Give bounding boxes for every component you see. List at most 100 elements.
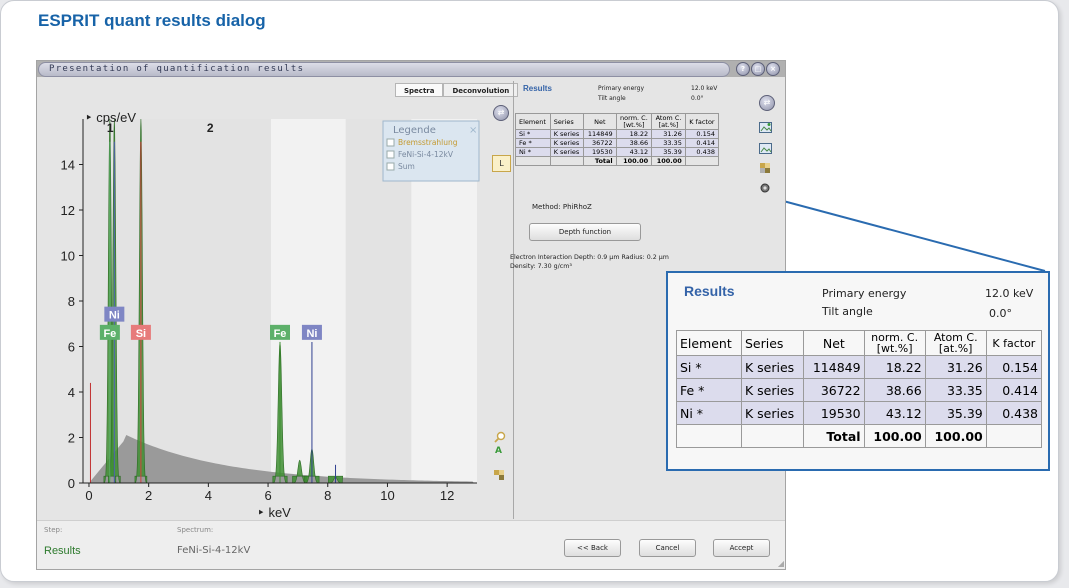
- spectrum-label: Spectrum:: [177, 526, 214, 534]
- column-header: Net: [803, 330, 865, 356]
- resize-grip-icon[interactable]: ◢: [778, 559, 784, 568]
- table-row[interactable]: Si * K series 114849 18.22 31.26 0.154: [515, 129, 720, 139]
- tilt-angle-label: Tilt angle: [598, 95, 626, 102]
- restore-button[interactable]: □: [751, 62, 765, 76]
- table-row[interactable]: Ni * K series 19530 43.12 35.39 0.438: [515, 147, 720, 157]
- legend-title: Legende: [393, 125, 436, 136]
- callout-results-heading: Results: [684, 283, 735, 299]
- method-value: PhiRhoZ: [562, 203, 592, 211]
- total-cell: 100.00: [651, 156, 686, 166]
- total-row: Total 100.00 100.00: [515, 156, 720, 166]
- y-tick-label: 10: [61, 249, 75, 264]
- label-toggle-button[interactable]: L: [492, 155, 511, 172]
- column-header: K factor: [684, 113, 720, 130]
- table-row[interactable]: Fe * K series 36722 38.66 33.35 0.414: [515, 138, 720, 148]
- y-tick-label: 4: [68, 385, 75, 400]
- density-text: Density: 7.30 g/cm³: [510, 263, 572, 270]
- y-tick-label: 6: [68, 340, 75, 355]
- table-cell: 0.414: [985, 378, 1043, 402]
- y-tick-label: 14: [61, 158, 75, 173]
- tab-spectra[interactable]: Spectra: [395, 83, 444, 97]
- x-axis-label: ‣ keV: [257, 505, 291, 519]
- total-cell: [740, 424, 805, 448]
- callout-primary-energy-label: Primary energy: [822, 287, 907, 300]
- settings-icon[interactable]: [759, 179, 772, 193]
- help-icon: ?: [740, 65, 746, 73]
- callout-tilt-angle-value: 0.0°: [989, 307, 1012, 320]
- table-header-row: Element Series Net norm. C. [wt.%] Atom C. [at…: [515, 113, 720, 130]
- total-cell: 100.00: [924, 424, 987, 448]
- column-header: Series: [549, 113, 585, 130]
- close-button[interactable]: ×: [766, 62, 780, 76]
- column-header: Element: [676, 330, 742, 356]
- window-title: Presentation of quantification results: [49, 64, 305, 74]
- x-tick-label: 4: [205, 488, 212, 503]
- export-image-icon[interactable]: [759, 118, 772, 133]
- table-cell: K series: [549, 129, 585, 139]
- total-cell: 100.00: [863, 424, 926, 448]
- table-cell: 0.414: [684, 138, 720, 148]
- method-row: Method: PhiRhoZ: [532, 203, 592, 211]
- element-tag: Ni: [306, 328, 317, 340]
- title-bar: Presentation of quantification results ?…: [37, 61, 785, 77]
- annotate-icon[interactable]: A: [495, 446, 502, 456]
- table-cell: Fe *: [515, 138, 551, 148]
- column-header-line: [at.%]: [658, 121, 679, 129]
- table-cell: 35.39: [924, 401, 987, 425]
- legend-item: FeNi-Si-4-12kV: [398, 150, 454, 159]
- column-header: Net: [583, 113, 617, 130]
- element-tag: Ni: [109, 310, 120, 322]
- column-header-line: [wt.%]: [623, 121, 645, 129]
- back-button[interactable]: << Back: [564, 539, 621, 557]
- table-row[interactable]: Ni * K series 19530 43.12 35.39 0.438: [676, 401, 1043, 425]
- element-tool-icon[interactable]: [493, 466, 505, 480]
- total-cell: Total: [803, 424, 865, 448]
- tab-deconvolution[interactable]: Deconvolution: [443, 83, 519, 97]
- table-cell: Si *: [515, 129, 551, 139]
- table-cell: K series: [549, 147, 585, 157]
- callout-tilt-angle-label: Tilt angle: [822, 305, 873, 318]
- tilt-angle-value: 0.0°: [691, 95, 704, 102]
- column-header: Atom C. [at.%]: [924, 330, 987, 356]
- cancel-button[interactable]: Cancel: [639, 539, 696, 557]
- column-header-line: Series: [553, 117, 574, 126]
- spectrum-chart[interactable]: 024681012140 2 4 6 8 10 12‣ cps/eV‣ keV1 2NiFe S…: [37, 99, 485, 519]
- depth-function-button[interactable]: Depth function: [529, 223, 641, 241]
- table-cell: 33.35: [651, 138, 686, 148]
- help-button[interactable]: ?: [736, 62, 750, 76]
- legend-close-icon: ×: [469, 125, 477, 136]
- primary-energy-value: 12.0 keV: [691, 85, 718, 92]
- element-tag: Si: [136, 328, 146, 340]
- restore-icon: □: [754, 65, 762, 73]
- table-cell: K series: [740, 355, 805, 379]
- x-tick-label: 12: [440, 488, 454, 503]
- table-row[interactable]: Si * K series 114849 18.22 31.26 0.154: [676, 355, 1043, 379]
- x-tick-label: 0: [85, 488, 92, 503]
- periodic-table-icon[interactable]: [759, 159, 772, 173]
- switch-view-icon[interactable]: ⇄: [493, 105, 509, 121]
- table-cell: 35.39: [651, 147, 686, 157]
- accept-button[interactable]: Accept: [713, 539, 770, 557]
- table-cell: 19530: [583, 147, 617, 157]
- total-cell: [676, 424, 742, 448]
- image-icon[interactable]: [759, 139, 772, 154]
- region-label: 1: [107, 121, 114, 135]
- callout-results-table: Element Series Net norm. C. [wt.%] Atom C. [at…: [676, 330, 1043, 448]
- y-tick-label: 2: [68, 431, 75, 446]
- element-tag: Fe: [274, 328, 287, 340]
- method-label: Method:: [532, 203, 561, 211]
- refresh-icon[interactable]: ⇄: [759, 95, 775, 111]
- table-cell: 43.12: [863, 401, 926, 425]
- table-cell: 114849: [583, 129, 617, 139]
- column-header: norm. C. [wt.%]: [615, 113, 653, 130]
- total-cell: [549, 156, 585, 166]
- column-header: Element: [515, 113, 551, 130]
- zoom-icon[interactable]: [494, 428, 506, 443]
- bottom-bar: Step: Results Spectrum: FeNi-Si-4-12kV <…: [37, 520, 785, 569]
- column-header: Atom C. [at.%]: [651, 113, 686, 130]
- table-cell: 36722: [583, 138, 617, 148]
- y-tick-label: 12: [61, 203, 75, 218]
- table-cell: Ni *: [676, 401, 742, 425]
- title-pill: Presentation of quantification results: [38, 62, 730, 77]
- table-row[interactable]: Fe * K series 36722 38.66 33.35 0.414: [676, 378, 1043, 402]
